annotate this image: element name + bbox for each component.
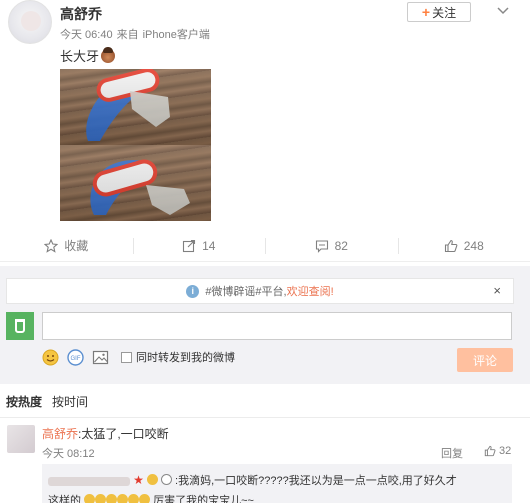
nested-reply-box: ★ :我滴妈,一口咬断?????我还以为是一点一点咬,用了好久才 这样的 厉害了… [42, 464, 512, 503]
comment-toolbar: GIF 同时转发到我的微博 [42, 348, 235, 366]
close-icon[interactable]: × [493, 283, 501, 298]
user-avatar[interactable] [8, 0, 52, 44]
post-photo-1[interactable] [60, 69, 211, 145]
info-icon: i [186, 284, 200, 298]
commenter-avatar[interactable] [7, 425, 35, 453]
like-count: 248 [463, 238, 484, 253]
post-source[interactable]: iPhone客户端 [143, 29, 210, 41]
emoji-icon [84, 494, 96, 503]
source-prefix: 来自 [116, 29, 139, 41]
rumor-notice-banner: i #微博辟谣#平台, 欢迎查阅! × [6, 278, 514, 304]
plus-icon: + [421, 4, 431, 20]
thumbs-up-icon [484, 445, 496, 457]
forward-to-weibo-checkbox[interactable]: 同时转发到我的微博 [121, 349, 235, 365]
repost-button[interactable]: 14 [132, 230, 266, 261]
checkbox-box[interactable] [121, 351, 132, 363]
favorite-label: 收藏 [64, 239, 89, 253]
comment-author[interactable]: 高舒乔 [42, 427, 78, 441]
comment-content: :太猛了,一口咬断 [78, 427, 169, 441]
girl-emoji-icon [101, 47, 116, 63]
comment-like-count: 32 [499, 445, 512, 457]
comment-text: 高舒乔:太猛了,一口咬断 [42, 425, 169, 442]
post-photo-2[interactable] [60, 145, 211, 221]
emoji-icon[interactable] [42, 349, 59, 366]
post-action-bar: 收藏 14 82 248 [0, 230, 530, 262]
nested-reply-line-1: ★ :我滴妈,一口咬断?????我还以为是一点一点咬,用了好久才 [48, 472, 457, 488]
comment-count: 82 [334, 238, 348, 253]
emoji-icon [160, 474, 172, 485]
chevron-down-icon[interactable] [496, 4, 510, 18]
username[interactable]: 高舒乔 [60, 4, 102, 24]
comment-compose-panel: i #微博辟谣#平台, 欢迎查阅! × GIF 同时转发到我的微博 评论 [0, 266, 530, 384]
post-meta: 今天 06:40 来自 iPhone客户端 [60, 26, 214, 42]
emoji-icon [117, 494, 129, 503]
emoji-icon [106, 494, 118, 503]
nested-reply-line-2: 这样的 厉害了我的宝宝儿~~ [48, 492, 254, 503]
comment-input[interactable] [42, 312, 512, 340]
repost-icon [183, 239, 196, 252]
tab-sort-by-time[interactable]: 按时间 [52, 393, 88, 410]
emoji-icon [95, 494, 107, 503]
reply-button[interactable]: 回复 [441, 445, 463, 461]
notice-text: #微博辟谣#平台, [205, 286, 287, 298]
comment-sort-tabs: 按热度 按时间 [0, 386, 530, 418]
emoji-icon [128, 494, 140, 503]
star-badge-icon: ★ [133, 473, 144, 487]
like-button[interactable]: 248 [397, 230, 530, 261]
post-text-content: 长大牙 [60, 49, 100, 64]
comment-time: 今天 08:12 [42, 448, 95, 460]
nested-reply-suffix: 厉害了我的宝宝儿~~ [153, 495, 254, 503]
emoji-icon [146, 474, 158, 485]
post-time[interactable]: 今天 06:40 [60, 29, 113, 41]
follow-button[interactable]: + 关注 [407, 2, 471, 22]
comment-icon [315, 239, 328, 253]
my-avatar [6, 312, 34, 340]
svg-text:GIF: GIF [71, 356, 81, 362]
thumbs-up-icon [444, 239, 458, 252]
blurred-username [48, 476, 130, 486]
weibo-post-card: 高舒乔 今天 06:40 来自 iPhone客户端 长大牙 + 关注 收藏 14… [0, 0, 530, 503]
gif-icon[interactable]: GIF [67, 348, 84, 366]
notice-link[interactable]: 欢迎查阅! [287, 283, 334, 299]
star-icon [44, 238, 59, 253]
forward-checkbox-label: 同时转发到我的微博 [136, 352, 235, 364]
nested-reply-prefix: 这样的 [48, 495, 81, 503]
submit-comment-button[interactable]: 评论 [457, 348, 513, 372]
repost-count: 14 [202, 238, 216, 253]
post-text: 长大牙 [60, 46, 116, 65]
follow-label: 关注 [432, 5, 457, 20]
comment-button[interactable]: 82 [265, 230, 398, 261]
nested-reply-text: :我滴妈,一口咬断?????我还以为是一点一点咬,用了好久才 [175, 475, 457, 487]
comment-like-button[interactable]: 32 [484, 445, 511, 457]
image-icon[interactable] [92, 349, 109, 366]
emoji-icon [139, 494, 151, 503]
tab-sort-by-hot[interactable]: 按热度 [6, 393, 42, 410]
favorite-button[interactable]: 收藏 [0, 230, 133, 261]
